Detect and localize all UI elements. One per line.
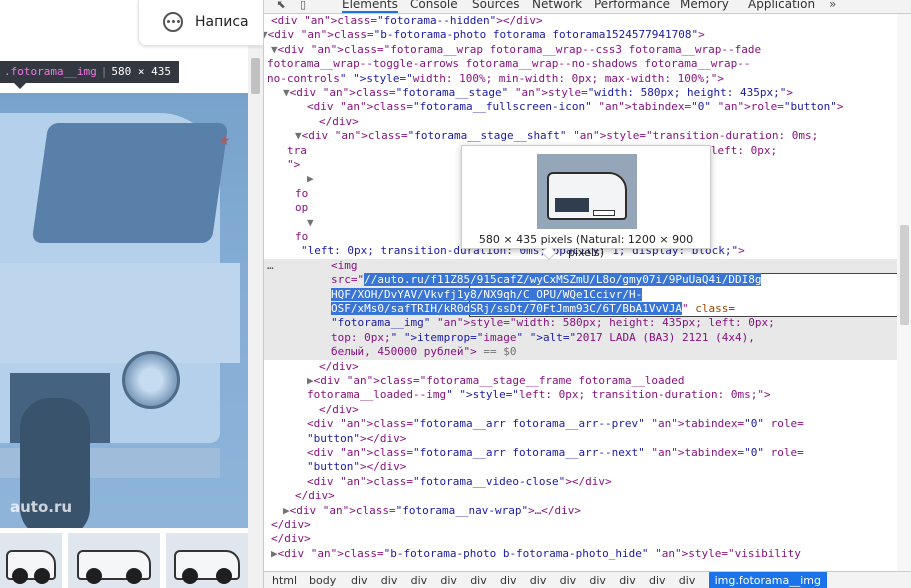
dom-node-line[interactable]: <div "an">class="fotorama__arr fotorama_… — [307, 446, 804, 460]
dom-node-line[interactable]: ▼<div "an">class="fotorama__stage__shaft… — [295, 129, 818, 143]
dom-node-line[interactable]: белый, 450000 рублей"> == $0 — [331, 345, 516, 359]
dom-breadcrumbs: html body div div div div div div div div div div di… — [264, 571, 911, 588]
dom-node-line[interactable]: "fotorama__img" "an">style="width: 580px… — [331, 316, 775, 330]
dom-node-line[interactable]: </div> — [271, 518, 311, 532]
dom-node-line[interactable]: ▶<div "an">class="fotorama__stage__frame… — [307, 374, 685, 388]
thumbnail-2[interactable] — [68, 533, 160, 588]
cursor-arrow-icon[interactable]: ⬉ — [274, 0, 288, 12]
devtools-toolbar: ⬉ ▯ Elements Console Sources Network Perform… — [264, 0, 911, 14]
thumbnail-strip — [0, 533, 248, 588]
breadcrumb-div[interactable]: div — [440, 574, 457, 587]
tooltip-tag: .fotorama__img — [4, 65, 97, 78]
car-photo[interactable]: ★ auto.ru — [0, 93, 248, 528]
tab-sources[interactable]: Sources — [472, 0, 519, 11]
dom-node-line[interactable]: </div> — [319, 360, 359, 374]
tab-console[interactable]: Console — [410, 0, 458, 11]
web-page-viewport: ★ auto.ru Написа .fotorama__img | 580 × 43… — [0, 0, 263, 588]
dom-node-line[interactable]: ▶<div "an">class="fotorama__nav-wrap">…<… — [283, 504, 581, 518]
breadcrumb-img-fotorama-img[interactable]: img.fotorama__img — [708, 572, 827, 588]
devtools-panel: ⬉ ▯ Elements Console Sources Network Perform… — [263, 0, 911, 588]
preview-image — [537, 154, 637, 229]
tab-performance[interactable]: Performance — [594, 0, 670, 11]
chat-button-label: Написа — [195, 14, 249, 30]
chat-button[interactable]: Написа — [138, 0, 263, 46]
dom-node-line[interactable]: "> — [287, 158, 300, 172]
dom-node-line[interactable]: </div> — [271, 532, 311, 546]
dom-node-line[interactable]: <div "an">class="fotorama__video-close">… — [307, 475, 612, 489]
watermark: auto.ru — [10, 498, 73, 516]
breadcrumb-div[interactable]: div — [679, 574, 696, 587]
dom-node-line[interactable]: "button"></div> — [307, 460, 406, 474]
dom-node-line[interactable]: </div> — [295, 489, 335, 503]
breadcrumb-body[interactable]: body — [309, 574, 336, 587]
breadcrumb-div[interactable]: div — [560, 574, 577, 587]
thumbnail-3[interactable] — [166, 533, 248, 588]
dom-node-line[interactable]: <img — [331, 259, 358, 273]
breadcrumb-div[interactable]: div — [411, 574, 428, 587]
dom-node-line[interactable]: op — [295, 201, 308, 215]
mobile-device-icon[interactable]: ▯ — [296, 0, 310, 12]
chat-bubble-icon — [163, 12, 183, 32]
image-preview-popup: 580 × 435 pixels (Natural: 1200 × 900 pi… — [461, 145, 711, 259]
tab-application[interactable]: Application — [748, 0, 815, 11]
breadcrumb-div[interactable]: div — [351, 574, 368, 587]
node-options-dots[interactable]: … — [267, 259, 275, 273]
preview-caption: 580 × 435 pixels (Natural: 1200 × 900 pi… — [478, 233, 694, 259]
dom-node-line[interactable]: </div> — [319, 115, 359, 129]
dom-node-line[interactable]: top: 0px;" ">itemprop="image" ">alt="201… — [331, 331, 755, 345]
dom-node-line[interactable]: OSF/xMs0/safTRIH/kR0dSRj/ssDt/70FtJmm93C… — [331, 302, 735, 316]
tab-memory[interactable]: Memory — [680, 0, 729, 11]
tab-elements[interactable]: Elements — [342, 0, 398, 13]
dom-node-line[interactable]: ▼<div "an">class="b-fotorama-photo fotor… — [264, 28, 705, 42]
breadcrumb-div[interactable]: div — [500, 574, 517, 587]
dom-node-line[interactable]: src="//auto.ru/f11Z85/915cafZ/wyCxMSZmU/… — [331, 273, 762, 287]
tooltip-arrow — [14, 83, 26, 89]
dom-node-line[interactable]: ▼<div "an">class="fotorama__stage" "an">… — [283, 86, 793, 100]
dom-node-line[interactable]: "button"></div> — [307, 432, 406, 446]
devtools-scrollbar-thumb[interactable] — [900, 225, 909, 325]
dom-node-line[interactable]: ▼<div "an">class="fotorama__wrap fotoram… — [271, 43, 761, 57]
breadcrumb-div[interactable]: div — [589, 574, 606, 587]
dom-node-line[interactable]: <div "an">class="fotorama__arr fotorama_… — [307, 417, 804, 431]
inspect-highlight-overlay — [0, 93, 248, 528]
breadcrumb-div[interactable]: div — [530, 574, 547, 587]
breadcrumb-div[interactable]: div — [470, 574, 487, 587]
dom-node-line[interactable]: <div "an">class="fotorama__fullscreen-ic… — [307, 100, 844, 114]
more-tabs-button[interactable]: » — [829, 0, 836, 11]
element-tooltip: .fotorama__img | 580 × 435 — [0, 61, 179, 83]
dom-node-line[interactable]: </div> — [319, 403, 359, 417]
thumbnail-1[interactable] — [0, 533, 62, 588]
dom-node-line[interactable]: HQF/XOH/DvYAV/Vkvfj1y8/NX9qh/C_OPU/WQe1C… — [331, 287, 643, 302]
dom-node-line[interactable]: fotorama__wrap--toggle-arrows fotorama__… — [267, 57, 750, 71]
breadcrumb-div[interactable]: div — [619, 574, 636, 587]
dom-node-line[interactable]: ▶<div "an">class="b-fotorama-photo b-fot… — [271, 547, 801, 561]
dom-node-line[interactable]: <div "an">class="fotorama--hidden"></div… — [271, 14, 543, 28]
dom-node-line[interactable]: fotorama__loaded--img" ">style="left: 0p… — [307, 388, 771, 402]
tab-network[interactable]: Network — [532, 0, 582, 11]
breadcrumb-div[interactable]: div — [381, 574, 398, 587]
page-scrollbar-thumb[interactable] — [251, 58, 260, 94]
breadcrumb-html[interactable]: html — [272, 574, 297, 587]
dom-node-line[interactable]: no-controls" ">style="width: 100%; min-w… — [267, 72, 724, 86]
elements-tree: … <div "an">class="fotorama--hidden"></d… — [264, 14, 897, 571]
breadcrumb-div[interactable]: div — [649, 574, 666, 587]
tooltip-size: 580 × 435 — [111, 65, 171, 78]
